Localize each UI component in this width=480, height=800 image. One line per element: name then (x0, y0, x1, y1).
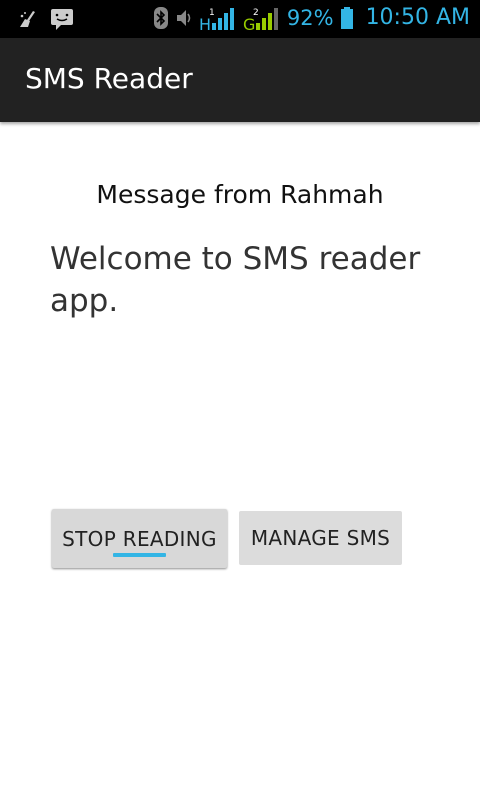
focus-indicator (113, 553, 166, 557)
app-title: SMS Reader (25, 62, 193, 95)
manage-sms-label: MANAGE SMS (250, 526, 391, 550)
action-bar: SMS Reader (0, 38, 480, 122)
message-body: Welcome to SMS reader app. (50, 241, 421, 319)
bluetooth-icon (153, 6, 169, 30)
svg-text:1: 1 (209, 8, 215, 18)
battery-icon (340, 6, 354, 30)
cleaner-icon (16, 7, 38, 31)
battery-percent: 92% (286, 5, 334, 30)
message-notification-icon (50, 7, 73, 31)
volume-icon (175, 6, 193, 30)
manage-sms-button[interactable]: MANAGE SMS (239, 511, 402, 565)
signal-sim2-icon: G 2 (243, 6, 281, 34)
message-header: Message from Rahmah (96, 180, 384, 209)
signal-sim1-icon: H 1 (199, 6, 237, 34)
status-bar: H 1 G 2 92% 10:50 AM (0, 0, 480, 38)
stop-reading-button[interactable]: STOP READING (52, 509, 227, 568)
stop-reading-label: STOP READING (62, 526, 217, 551)
clock: 10:50 AM (365, 5, 470, 30)
svg-text:2: 2 (253, 8, 259, 18)
